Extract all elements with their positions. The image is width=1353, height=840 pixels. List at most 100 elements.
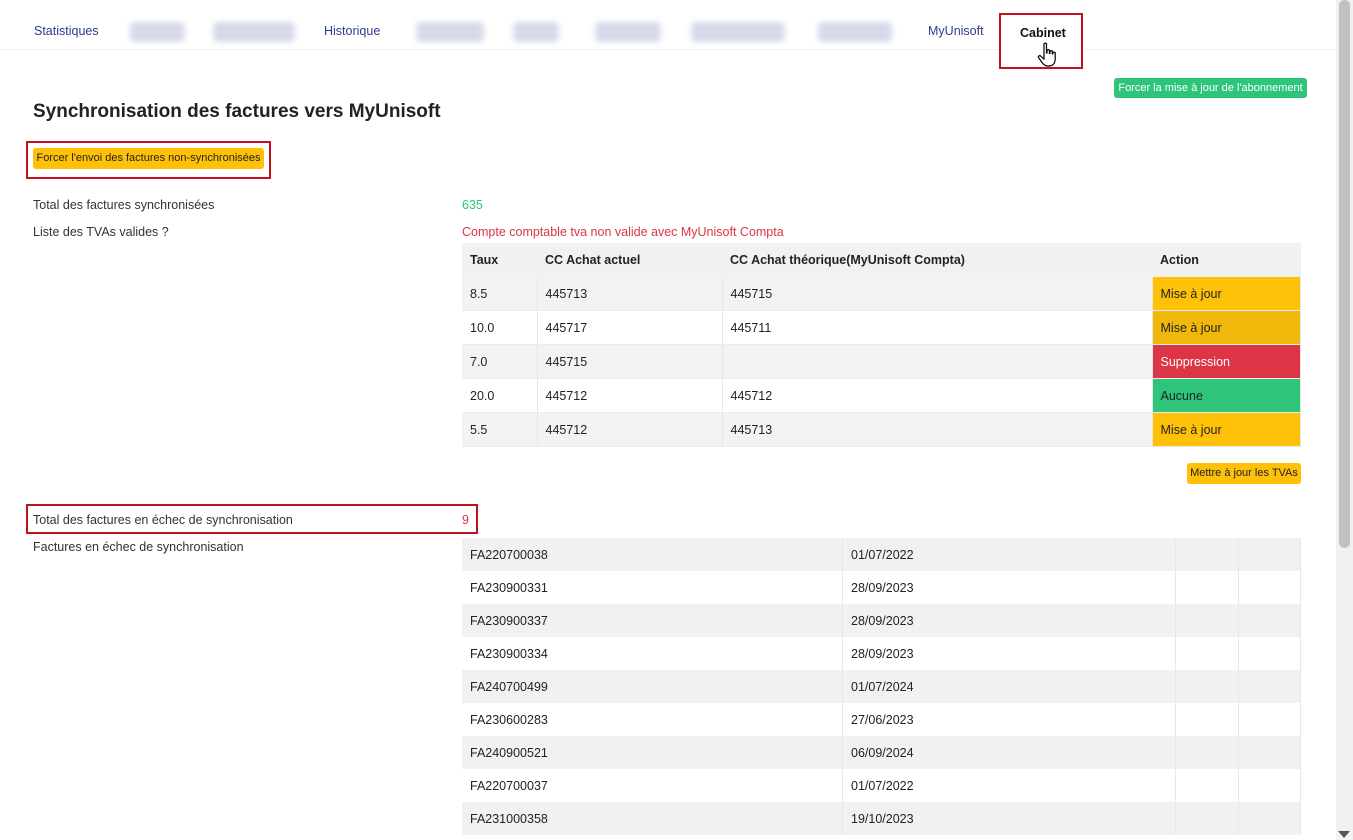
empty-cell bbox=[1175, 736, 1239, 769]
vertical-scrollbar[interactable] bbox=[1336, 0, 1353, 840]
action-cell: Aucune bbox=[1152, 378, 1301, 413]
invoice-number: FA220700037 bbox=[462, 769, 843, 802]
invoice-date: 28/09/2023 bbox=[842, 604, 1176, 637]
failed-total-label: Total des factures en échec de synchroni… bbox=[33, 513, 293, 527]
tab-blurred-4[interactable] bbox=[513, 22, 559, 42]
table-row: FA240900521 06/09/2024 bbox=[462, 736, 1301, 769]
failed-total-value: 9 bbox=[462, 513, 469, 527]
col-action: Action bbox=[1152, 243, 1301, 277]
actuel-cell: 445715 bbox=[537, 344, 723, 379]
empty-cell bbox=[1238, 736, 1301, 769]
invoice-date: 28/09/2023 bbox=[842, 637, 1176, 670]
theorique-cell bbox=[722, 344, 1153, 379]
empty-cell bbox=[1238, 538, 1301, 571]
invoice-date: 28/09/2023 bbox=[842, 571, 1176, 604]
table-row: 10.0 445717 445711 Mise à jour bbox=[462, 310, 1301, 345]
invoice-date: 06/09/2024 bbox=[842, 736, 1176, 769]
invoice-date: 01/07/2022 bbox=[842, 538, 1176, 571]
tab-blurred-7[interactable] bbox=[818, 22, 892, 42]
page-title: Synchronisation des factures vers MyUnis… bbox=[33, 101, 441, 122]
table-row: FA240700499 01/07/2024 bbox=[462, 670, 1301, 703]
empty-cell bbox=[1238, 571, 1301, 604]
table-row: FA220700038 01/07/2022 bbox=[462, 538, 1301, 571]
table-row: 20.0 445712 445712 Aucune bbox=[462, 378, 1301, 413]
theorique-cell: 445713 bbox=[722, 412, 1153, 447]
empty-cell bbox=[1238, 604, 1301, 637]
force-send-invoices-button[interactable]: Forcer l'envoi des factures non-synchron… bbox=[33, 148, 264, 169]
taux-cell: 7.0 bbox=[462, 344, 538, 379]
empty-cell bbox=[1175, 802, 1239, 835]
invoice-number: FA230600283 bbox=[462, 703, 843, 736]
taux-cell: 8.5 bbox=[462, 277, 538, 311]
tab-blurred-6[interactable] bbox=[691, 22, 785, 42]
table-row: FA231000358 19/10/2023 bbox=[462, 802, 1301, 835]
tab-statistiques[interactable]: Statistiques bbox=[34, 24, 99, 38]
tab-blurred-2[interactable] bbox=[213, 22, 295, 42]
failed-list-label: Factures en échec de synchronisation bbox=[33, 540, 244, 554]
action-cell: Suppression bbox=[1152, 344, 1301, 379]
tab-blurred-5[interactable] bbox=[595, 22, 661, 42]
theorique-cell: 445711 bbox=[722, 310, 1153, 345]
tab-cabinet-label: Cabinet bbox=[1020, 26, 1066, 40]
tva-valid-label: Liste des TVAs valides ? bbox=[33, 225, 169, 239]
invoice-date: 19/10/2023 bbox=[842, 802, 1176, 835]
empty-cell bbox=[1175, 670, 1239, 703]
failed-invoices-table: FA220700038 01/07/2022 FA230900331 28/09… bbox=[462, 538, 1301, 835]
tva-table: Taux CC Achat actuel CC Achat théorique(… bbox=[462, 243, 1301, 447]
action-cell: Mise à jour bbox=[1152, 412, 1301, 447]
tab-historique[interactable]: Historique bbox=[324, 24, 380, 38]
table-row: FA230600283 27/06/2023 bbox=[462, 703, 1301, 736]
invoice-number: FA230900337 bbox=[462, 604, 843, 637]
empty-cell bbox=[1238, 802, 1301, 835]
total-synced-value: 635 bbox=[462, 198, 483, 212]
update-tvas-button[interactable]: Mettre à jour les TVAs bbox=[1187, 463, 1301, 484]
invoice-number: FA231000358 bbox=[462, 802, 843, 835]
invoice-number: FA230900331 bbox=[462, 571, 843, 604]
scrollbar-thumb[interactable] bbox=[1339, 0, 1350, 548]
actuel-cell: 445717 bbox=[537, 310, 723, 345]
invoice-number: FA240700499 bbox=[462, 670, 843, 703]
invoice-number: FA220700038 bbox=[462, 538, 843, 571]
tab-blurred-3[interactable] bbox=[416, 22, 484, 42]
table-row: 8.5 445713 445715 Mise à jour bbox=[462, 277, 1301, 311]
total-synced-label: Total des factures synchronisées bbox=[33, 198, 215, 212]
actuel-cell: 445712 bbox=[537, 378, 723, 413]
tab-myunisoft[interactable]: MyUnisoft bbox=[928, 24, 984, 38]
invoice-number: FA230900334 bbox=[462, 637, 843, 670]
table-row: 5.5 445712 445713 Mise à jour bbox=[462, 412, 1301, 447]
action-cell: Mise à jour bbox=[1152, 277, 1301, 311]
tva-table-header: Taux CC Achat actuel CC Achat théorique(… bbox=[462, 243, 1301, 277]
actuel-cell: 445712 bbox=[537, 412, 723, 447]
invoice-number: FA240900521 bbox=[462, 736, 843, 769]
invoice-date: 01/07/2022 bbox=[842, 769, 1176, 802]
table-row: FA230900334 28/09/2023 bbox=[462, 637, 1301, 670]
invoice-date: 27/06/2023 bbox=[842, 703, 1176, 736]
empty-cell bbox=[1238, 769, 1301, 802]
theorique-cell: 445715 bbox=[722, 277, 1153, 311]
action-cell: Mise à jour bbox=[1152, 310, 1301, 345]
tab-blurred-1[interactable] bbox=[130, 22, 185, 42]
theorique-cell: 445712 bbox=[722, 378, 1153, 413]
taux-cell: 10.0 bbox=[462, 310, 538, 345]
actuel-cell: 445713 bbox=[537, 277, 723, 311]
empty-cell bbox=[1175, 637, 1239, 670]
table-row: FA220700037 01/07/2022 bbox=[462, 769, 1301, 802]
tva-status-message: Compte comptable tva non valide avec MyU… bbox=[462, 225, 784, 239]
empty-cell bbox=[1175, 571, 1239, 604]
tab-bar: Statistiques Historique MyUnisoft Cabine… bbox=[0, 0, 1336, 69]
col-cc-achat-theorique: CC Achat théorique(MyUnisoft Compta) bbox=[722, 243, 1152, 277]
empty-cell bbox=[1175, 538, 1239, 571]
hand-pointer-icon bbox=[1037, 42, 1056, 67]
col-cc-achat-actuel: CC Achat actuel bbox=[537, 243, 722, 277]
scroll-down-arrow-icon[interactable] bbox=[1338, 831, 1350, 838]
table-row: FA230900331 28/09/2023 bbox=[462, 571, 1301, 604]
table-row: 7.0 445715 Suppression bbox=[462, 344, 1301, 379]
empty-cell bbox=[1175, 703, 1239, 736]
taux-cell: 5.5 bbox=[462, 412, 538, 447]
table-row: FA230900337 28/09/2023 bbox=[462, 604, 1301, 637]
empty-cell bbox=[1238, 703, 1301, 736]
force-subscription-update-button[interactable]: Forcer la mise à jour de l'abonnement bbox=[1114, 78, 1307, 98]
taux-cell: 20.0 bbox=[462, 378, 538, 413]
col-taux: Taux bbox=[462, 243, 537, 277]
empty-cell bbox=[1175, 769, 1239, 802]
